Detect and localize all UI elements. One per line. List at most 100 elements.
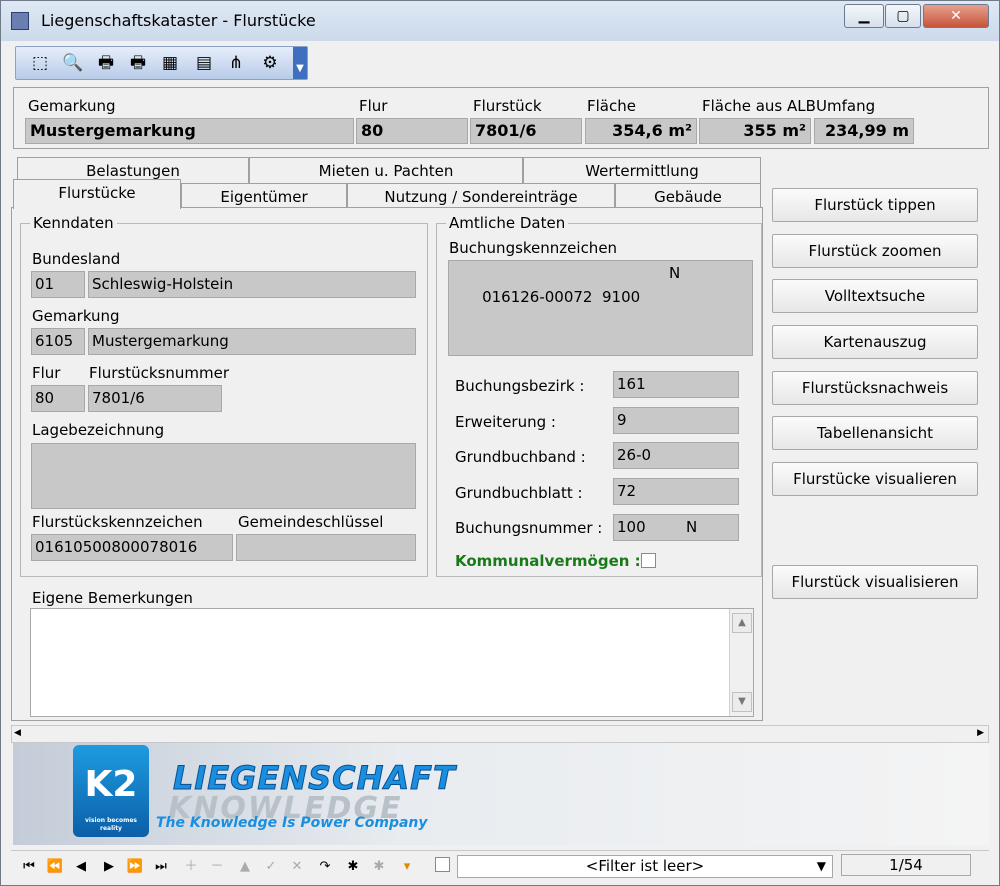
gemeindeschluessel-label: Gemeindeschlüssel: [238, 513, 384, 531]
search-zoom-icon[interactable]: 🔍: [61, 52, 85, 74]
grundbuchband-label: Grundbuchband :: [455, 448, 586, 466]
tabellenansicht-button[interactable]: Tabellenansicht: [772, 416, 978, 450]
print-preview-icon[interactable]: 🖶: [126, 52, 150, 74]
flurstueck-tippen-button[interactable]: Flurstück tippen: [772, 188, 978, 222]
buchungskennzeichen-label: Buchungskennzeichen: [449, 239, 618, 257]
bundesland-field: Schleswig-Holstein: [88, 271, 416, 298]
erweiterung-field: 9: [613, 407, 739, 434]
kommunalvermoegen-checkbox[interactable]: [641, 553, 656, 568]
tab-flurstuecke[interactable]: Flurstücke: [13, 179, 181, 209]
tab-eigentuemer[interactable]: Eigentümer: [181, 183, 347, 210]
close-button[interactable]: ✕: [923, 4, 989, 28]
app-window: Liegenschaftskataster - Flurstücke ▁ ▢ ✕…: [0, 0, 1000, 886]
buchungsnummer-flag: N: [686, 518, 698, 536]
table-icon[interactable]: ▦: [158, 52, 182, 74]
lagebezeichnung-field: [31, 443, 416, 509]
buchungsbezirk-label: Buchungsbezirk :: [455, 377, 585, 395]
gemarkung-kd-label: Gemarkung: [32, 307, 120, 325]
minimize-button[interactable]: ▁: [844, 4, 884, 28]
flaeche-alb-value: 355 m²: [699, 118, 811, 144]
flaeche-alb-label: Fläche aus ALB: [702, 97, 816, 115]
filter-checkbox[interactable]: [435, 857, 450, 872]
scroll-up-icon[interactable]: ▲: [732, 613, 752, 633]
bemerkungen-scrollbar[interactable]: ▲ ▼: [729, 609, 753, 716]
gemeindeschluessel-field: [236, 534, 416, 561]
bemerkungen-textarea[interactable]: ▲ ▼: [30, 608, 754, 717]
kenndaten-title: Kenndaten: [30, 214, 117, 232]
kennzeichen-label: Flurstückskennzeichen: [32, 513, 203, 531]
flur-field: 80: [31, 385, 85, 412]
k2-banner: K2 vision becomes reality LIEGENSCHAFT K…: [13, 743, 989, 845]
hierarchy-icon[interactable]: ⋔: [224, 52, 248, 74]
prev-page-icon[interactable]: ⏪: [43, 856, 67, 878]
umfang-label: Umfang: [816, 97, 876, 115]
flurstueck-value: 7801/6: [470, 118, 582, 144]
edit-record-icon[interactable]: ▲: [233, 856, 257, 878]
gemarkung-label: Gemarkung: [28, 97, 116, 115]
tab-wertermittlung[interactable]: Wertermittlung: [523, 157, 761, 184]
goto-bookmark-icon[interactable]: ✱: [367, 856, 391, 878]
filter-icon[interactable]: ▾: [395, 856, 419, 878]
buchungskennzeichen-field: 016126-00072 9100 N: [448, 260, 753, 356]
grundbuchband-field: 26-0: [613, 442, 739, 469]
export-icon[interactable]: ▤: [192, 52, 216, 74]
kartenauszug-button[interactable]: Kartenauszug: [772, 325, 978, 359]
flurstuecksnachweis-button[interactable]: Flurstücksnachweis: [772, 371, 978, 405]
flurstueck-visualisieren-button[interactable]: Flurstück visualisieren: [772, 565, 978, 599]
settings-icon[interactable]: ⚙: [258, 52, 282, 74]
volltextsuche-button[interactable]: Volltextsuche: [772, 279, 978, 313]
buchungsbezirk-field: 161: [613, 371, 739, 398]
tab-mieten[interactable]: Mieten u. Pachten: [249, 157, 523, 184]
record-counter: 1/54: [841, 854, 971, 876]
title-bar: Liegenschaftskataster - Flurstücke ▁ ▢ ✕: [1, 1, 999, 41]
brand-slogan: The Knowledge Is Power Company: [156, 815, 428, 831]
flurstuecksnummer-label: Flurstücksnummer: [89, 364, 230, 382]
amtliche-daten-title: Amtliche Daten: [446, 214, 569, 232]
tab-nutzung[interactable]: Nutzung / Sondereinträge: [347, 183, 615, 210]
horizontal-scrollbar[interactable]: ◀ ▶: [11, 725, 989, 743]
first-record-icon[interactable]: ⏮: [17, 856, 41, 878]
buchungsnummer-label: Buchungsnummer :: [455, 519, 603, 537]
toolbar-overflow-icon[interactable]: ▼: [293, 47, 307, 79]
scroll-down-icon[interactable]: ▼: [732, 692, 752, 712]
filter-dropdown[interactable]: <Filter ist leer> ▼: [457, 855, 833, 878]
print-icon[interactable]: 🖶: [94, 52, 118, 74]
flur-value: 80: [356, 118, 468, 144]
kennzeichen-field: 01610500800078016: [31, 534, 233, 561]
bundesland-label: Bundesland: [32, 250, 121, 268]
cancel-record-icon[interactable]: ✕: [285, 856, 309, 878]
record-navigator: ⏮ ⏪ ◀ ▶ ⏩ ⏭ ＋ － ▲ ✓ ✕ ↷ ✱ ✱ ▾ <Filter is…: [11, 850, 989, 880]
pointer-icon[interactable]: ⬚: [28, 52, 52, 74]
refresh-icon[interactable]: ↷: [313, 856, 337, 878]
bookmark-icon[interactable]: ✱: [341, 856, 365, 878]
gemarkung-code-field: 6105: [31, 328, 85, 355]
grundbuchblatt-field: 72: [613, 478, 739, 505]
buchungsnummer-value: 100: [617, 518, 646, 536]
flaeche-value: 354,6 m²: [585, 118, 697, 144]
chevron-down-icon: ▼: [816, 859, 826, 873]
prev-record-icon[interactable]: ◀: [69, 856, 93, 878]
next-record-icon[interactable]: ▶: [97, 856, 121, 878]
scroll-left-icon[interactable]: ◀: [14, 728, 21, 738]
flurstuecke-visualieren-button[interactable]: Flurstücke visualieren: [772, 462, 978, 496]
last-record-icon[interactable]: ⏭: [149, 856, 173, 878]
flurstuecksnummer-field: 7801/6: [88, 385, 222, 412]
scroll-right-icon[interactable]: ▶: [977, 728, 984, 738]
post-record-icon[interactable]: ✓: [259, 856, 283, 878]
gemarkung-field: Mustergemarkung: [88, 328, 416, 355]
delete-record-icon[interactable]: －: [205, 856, 229, 878]
grundbuchblatt-label: Grundbuchblatt :: [455, 484, 583, 502]
k2-logo-text: K2: [84, 764, 138, 805]
add-record-icon[interactable]: ＋: [179, 856, 203, 878]
next-page-icon[interactable]: ⏩: [123, 856, 147, 878]
bemerkungen-label: Eigene Bemerkungen: [32, 589, 193, 607]
buchungskennzeichen-value: 016126-00072 9100: [482, 288, 641, 306]
tab-gebaeude[interactable]: Gebäude: [615, 183, 761, 210]
toolbar: ⬚ 🔍 🖶 🖶 ▦ ▤ ⋔ ⚙ ▼: [15, 46, 308, 80]
k2-logo: K2 vision becomes reality: [73, 745, 149, 837]
buchungsnummer-field: 100 N: [613, 514, 739, 541]
maximize-button[interactable]: ▢: [885, 4, 921, 28]
gemarkung-value: Mustergemarkung: [25, 118, 354, 144]
flurstueck-zoomen-button[interactable]: Flurstück zoomen: [772, 234, 978, 268]
umfang-value: 234,99 m: [814, 118, 914, 144]
